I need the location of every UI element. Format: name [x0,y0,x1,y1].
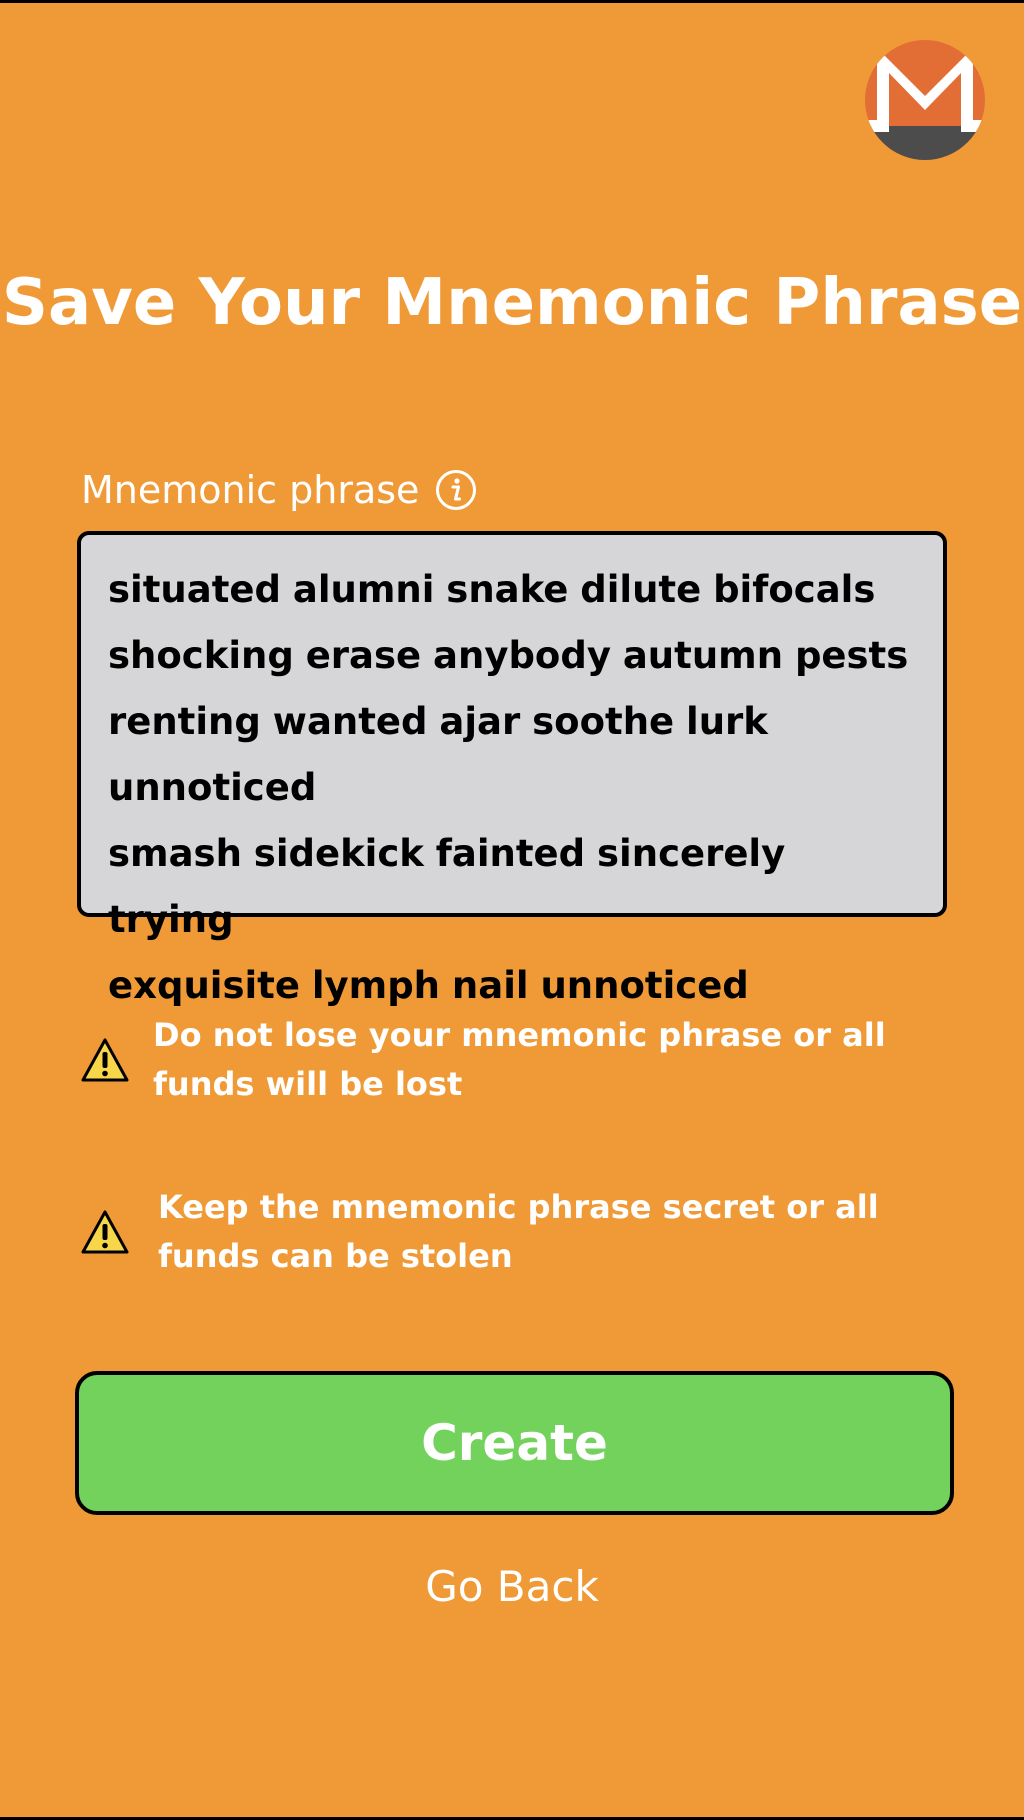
mnemonic-line: smash sidekick fainted sincerely trying [108,832,786,941]
page-title: Save Your Mnemonic Phrase [1,266,1023,340]
mnemonic-label: Mnemonic phrase [81,468,420,512]
mnemonic-line: shocking erase anybody autumn pests [108,634,909,677]
warning-text: Keep the mnemonic phrase secret or all f… [158,1188,879,1275]
go-back-link[interactable]: Go Back [0,1559,1024,1615]
create-button[interactable]: Create [75,1371,954,1515]
mnemonic-label-row: Mnemonic phrase [81,465,477,515]
save-mnemonic-screen: Save Your Mnemonic Phrase Mnemonic phras… [0,0,1024,1820]
info-icon[interactable] [435,469,477,511]
mnemonic-line: exquisite lymph nail unnoticed [108,964,749,1007]
warning-icon [81,1038,129,1082]
warning-keep-secret: Keep the mnemonic phrase secret or all f… [80,1183,958,1281]
mnemonic-line: situated alumni snake dilute bifocals [108,568,876,611]
warning-icon [81,1210,129,1254]
warning-lose-phrase: Do not lose your mnemonic phrase or all … [80,1011,953,1109]
mnemonic-line: renting wanted ajar soothe lurk unnotice… [108,700,768,809]
warning-text: Do not lose your mnemonic phrase or all … [153,1016,886,1103]
mnemonic-phrase-box: situated alumni snake dilute bifocals sh… [77,531,947,1007]
monero-logo-icon [865,40,985,160]
